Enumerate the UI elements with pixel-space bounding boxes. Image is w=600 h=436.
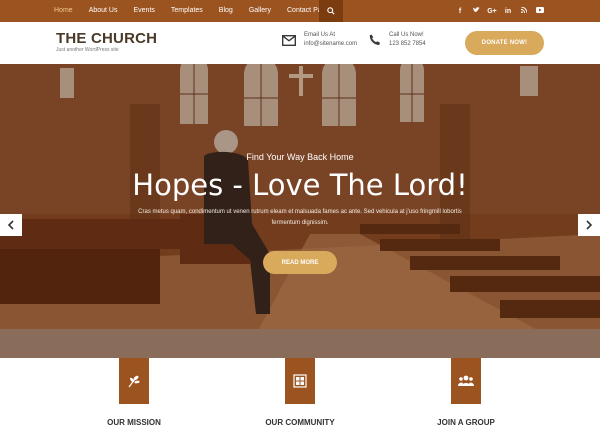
- top-navbar: Home About Us Events Templates Blog Gall…: [0, 0, 600, 22]
- slider-prev-button[interactable]: [0, 214, 22, 236]
- site-header: THE CHURCH Just another WordPress site E…: [0, 22, 600, 64]
- nav-events[interactable]: Events: [133, 0, 154, 22]
- site-title[interactable]: THE CHURCH: [56, 30, 157, 47]
- features-section: OUR MISSION OUR COMMUNITY JOIN A GROUP: [0, 358, 600, 436]
- search-icon: [327, 7, 335, 15]
- nav-home[interactable]: Home: [54, 0, 73, 22]
- feature-label: OUR COMMUNITY: [265, 418, 335, 427]
- sprout-icon: [128, 375, 140, 388]
- linkedin-icon[interactable]: in: [500, 8, 516, 15]
- feature-label: OUR MISSION: [107, 418, 161, 427]
- youtube-icon[interactable]: [532, 7, 548, 15]
- donate-button[interactable]: DONATE NOW!: [465, 31, 544, 55]
- phone-value[interactable]: 123 852 7854: [389, 40, 426, 49]
- social-links: f G+ in: [452, 0, 548, 22]
- feature-our-community[interactable]: OUR COMMUNITY: [240, 358, 360, 427]
- hero-description: Cras metus quam, condimentum ut venen ru…: [138, 209, 462, 226]
- phone-contact: Call Us Now! 123 852 7854: [369, 31, 426, 49]
- email-value[interactable]: info@sitename.com: [304, 40, 357, 49]
- email-label: Email Us At: [304, 32, 336, 38]
- phone-icon: [369, 34, 380, 46]
- twitter-icon[interactable]: [468, 7, 484, 15]
- main-nav: Home About Us Events Templates Blog Gall…: [54, 0, 345, 22]
- chevron-left-icon: [7, 220, 14, 230]
- feature-our-mission[interactable]: OUR MISSION: [74, 358, 194, 427]
- site-tagline: Just another WordPress site: [56, 47, 119, 53]
- search-button[interactable]: [319, 0, 343, 22]
- nav-blog[interactable]: Blog: [219, 0, 233, 22]
- nav-about-us[interactable]: About Us: [89, 0, 118, 22]
- feature-join-a-group[interactable]: JOIN A GROUP: [406, 358, 526, 427]
- feature-label: JOIN A GROUP: [437, 418, 495, 427]
- community-tiles-icon: [293, 374, 307, 388]
- slider-next-button[interactable]: [578, 214, 600, 236]
- email-contact: Email Us At info@sitename.com: [282, 31, 357, 49]
- envelope-icon: [282, 34, 296, 46]
- feature-icon-box: [119, 358, 149, 404]
- chevron-right-icon: [586, 220, 593, 230]
- hero-slider: Find Your Way Back Home Hopes - Love The…: [0, 64, 600, 364]
- read-more-button[interactable]: READ MORE: [263, 251, 337, 274]
- rss-icon[interactable]: [516, 6, 532, 15]
- facebook-icon[interactable]: f: [452, 8, 468, 15]
- feature-icon-box: [285, 358, 315, 404]
- phone-label: Call Us Now!: [389, 32, 424, 38]
- nav-gallery[interactable]: Gallery: [249, 0, 271, 22]
- nav-templates[interactable]: Templates: [171, 0, 203, 22]
- hero-title: Hopes - Love The Lord!: [132, 168, 468, 202]
- group-icon: [458, 375, 474, 386]
- google-plus-icon[interactable]: G+: [484, 8, 500, 15]
- hero-kicker: Find Your Way Back Home: [246, 152, 354, 162]
- feature-icon-box: [451, 358, 481, 404]
